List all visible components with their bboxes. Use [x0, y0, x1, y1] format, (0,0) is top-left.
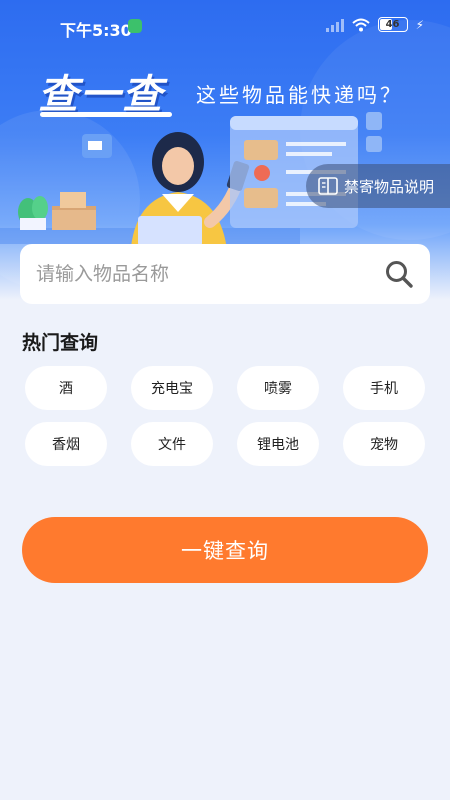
wifi-icon	[351, 18, 370, 31]
page-subtitle: 这些物品能快递吗？	[196, 83, 403, 107]
banned-items-label: 禁寄物品说明	[344, 177, 435, 196]
hot-query-chip[interactable]: 手机	[343, 366, 425, 410]
hot-query-chip[interactable]: 香烟	[25, 422, 107, 466]
hot-query-chip[interactable]: 充电宝	[131, 366, 213, 410]
banned-items-button[interactable]: 禁寄物品说明	[306, 164, 450, 208]
search-input[interactable]	[36, 263, 384, 285]
battery-level: 46	[385, 19, 400, 30]
hot-query-chip[interactable]: 喷雾	[237, 366, 319, 410]
query-button[interactable]: 一键查询	[22, 517, 428, 583]
hot-queries-list: 酒 充电宝 喷雾 手机 香烟 文件 锂电池 宠物	[25, 366, 427, 466]
search-icon[interactable]	[384, 259, 414, 289]
status-time: 下午5:30	[60, 21, 132, 40]
hot-query-chip[interactable]: 锂电池	[237, 422, 319, 466]
search-bar	[20, 244, 430, 304]
signal-icon	[325, 18, 344, 32]
status-indicators: 46 ⚡	[325, 17, 424, 32]
hot-query-chip[interactable]: 酒	[25, 366, 107, 410]
status-bar: 下午5:30 46 ⚡	[0, 0, 450, 52]
charging-icon: ⚡	[415, 17, 424, 32]
hot-query-chip[interactable]: 文件	[131, 422, 213, 466]
hot-queries-title: 热门查询	[22, 332, 99, 354]
hot-query-chip[interactable]: 宠物	[343, 422, 425, 466]
notification-icon	[128, 19, 142, 33]
book-icon	[318, 177, 338, 195]
battery-icon: 46	[377, 17, 408, 32]
